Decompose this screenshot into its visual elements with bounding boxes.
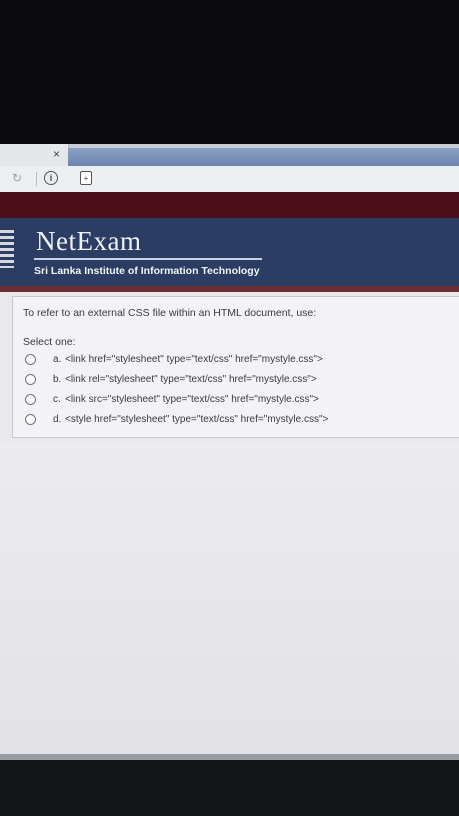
divider <box>36 172 37 186</box>
radio-button[interactable] <box>25 353 36 365</box>
site-logo[interactable]: NetExam <box>36 226 141 257</box>
page-icon[interactable]: + <box>80 171 92 185</box>
option-text[interactable]: <link rel="stylesheet" type="text/css" h… <box>65 374 317 385</box>
reload-icon[interactable]: ↻ <box>10 171 24 185</box>
option-text[interactable]: <link src="stylesheet" type="text/css" h… <box>65 394 319 405</box>
browser-tab[interactable]: × <box>0 144 69 166</box>
option-letter: c. <box>53 393 61 405</box>
select-one-label: Select one: <box>23 336 76 348</box>
close-icon[interactable]: × <box>53 147 60 161</box>
answer-option-a[interactable]: a. <link href="stylesheet" type="text/cs… <box>25 351 445 367</box>
radio-button[interactable] <box>25 413 36 425</box>
option-letter: d. <box>53 413 62 425</box>
info-icon[interactable]: i <box>44 171 58 185</box>
tab-bar: × <box>0 144 459 166</box>
question-text: To refer to an external CSS file within … <box>23 307 317 319</box>
answer-option-c[interactable]: c. <link src="stylesheet" type="text/css… <box>25 391 445 407</box>
site-header: NetExam Sri Lanka Institute of Informati… <box>0 218 459 286</box>
browser-screen: × ↻ i + NetExam Sri Lanka Institute of I… <box>0 144 459 770</box>
logo-emblem <box>0 230 14 268</box>
option-letter: a. <box>53 353 62 365</box>
radio-button[interactable] <box>25 373 36 385</box>
option-text[interactable]: <style href="stylesheet" type="text/css"… <box>65 414 328 425</box>
top-banner <box>0 192 459 218</box>
navigation-bar: ↻ i + <box>0 166 459 193</box>
header-divider <box>34 258 262 260</box>
header-bottom-bar <box>0 286 459 292</box>
option-letter: b. <box>53 373 62 385</box>
monitor-bezel <box>0 760 459 816</box>
question-panel: To refer to an external CSS file within … <box>12 296 459 438</box>
radio-button[interactable] <box>25 393 36 405</box>
tab-strip <box>68 148 459 166</box>
site-subtitle: Sri Lanka Institute of Information Techn… <box>34 265 260 277</box>
option-text[interactable]: <link href="stylesheet" type="text/css" … <box>65 354 323 365</box>
answer-option-d[interactable]: d. <style href="stylesheet" type="text/c… <box>25 411 445 427</box>
page-body <box>0 444 459 770</box>
answer-option-b[interactable]: b. <link rel="stylesheet" type="text/css… <box>25 371 445 387</box>
